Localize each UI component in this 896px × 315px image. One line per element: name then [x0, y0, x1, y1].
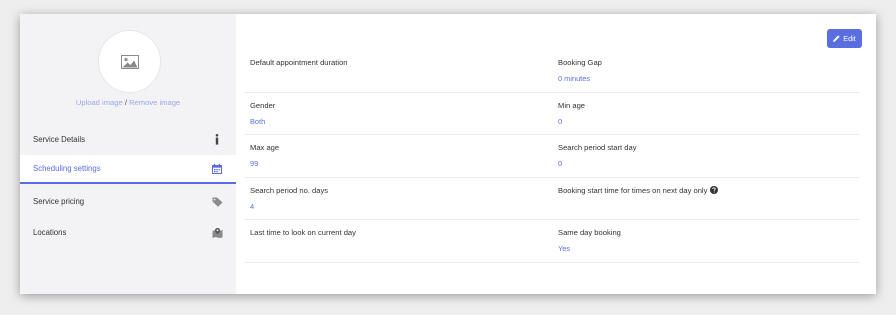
field-label-with-help: Booking start time for times on next day… — [558, 186, 860, 195]
sidebar-item-label: Service Details — [33, 135, 85, 144]
field-label: Booking start time for times on next day… — [558, 185, 708, 195]
info-icon — [211, 134, 223, 146]
field-label: Min age — [558, 100, 586, 110]
field-last-time-current-day: Last time to look on current day — [244, 220, 552, 262]
sidebar-item-label: Scheduling settings — [33, 164, 101, 173]
remove-image-link[interactable]: Remove image — [129, 98, 180, 107]
image-icon — [120, 54, 139, 69]
field-value — [250, 74, 552, 83]
scheduling-settings-panel: Edit Default appointment duration Bookin… — [236, 14, 876, 294]
field-value: 99 — [250, 159, 259, 168]
field-search-period-no-days: Search period no. days 4 — [244, 178, 552, 220]
field-min-age: Min age 0 — [552, 93, 860, 135]
field-label: Default appointment duration — [250, 58, 348, 67]
edit-button[interactable]: Edit — [827, 29, 862, 48]
pencil-icon — [833, 35, 840, 42]
settings-row: Last time to look on current day Same da… — [244, 220, 860, 263]
sidebar-item-label: Service pricing — [33, 197, 85, 206]
help-icon[interactable] — [710, 186, 719, 194]
field-search-period-start-day: Search period start day 0 — [552, 135, 860, 177]
sidebar: Upload image / Remove image Service Deta… — [20, 14, 236, 294]
field-label: Booking Gap — [558, 58, 602, 67]
settings-row: Max age 99 Search period start day 0 — [244, 135, 860, 178]
edit-button-label: Edit — [843, 34, 856, 43]
field-value: 0 — [558, 116, 563, 126]
field-value: 0 minutes — [558, 74, 591, 83]
settings-row: Default appointment duration Booking Gap… — [244, 50, 860, 93]
map-icon — [211, 227, 223, 239]
field-booking-start-time-next-day: Booking start time for times on next day… — [552, 178, 860, 220]
field-label: Gender — [250, 100, 276, 110]
field-value: 0 — [558, 159, 563, 168]
field-label: Search period start day — [558, 143, 637, 152]
field-label: Search period no. days — [250, 185, 329, 195]
field-value — [558, 202, 860, 211]
field-value: Both — [250, 116, 266, 126]
settings-row: Gender Both Min age 0 — [244, 93, 860, 135]
service-settings-card: Upload image / Remove image Service Deta… — [20, 14, 876, 294]
sidebar-item-service-details[interactable]: Service Details — [20, 124, 236, 155]
image-actions: Upload image / Remove image — [20, 98, 236, 107]
sidebar-item-scheduling-settings[interactable]: Scheduling settings — [20, 155, 236, 184]
upload-image-link[interactable]: Upload image — [76, 98, 123, 107]
tag-icon — [211, 196, 223, 208]
field-value — [250, 244, 552, 253]
field-value: Yes — [558, 244, 571, 253]
settings-row: Search period no. days 4 Booking start t… — [244, 178, 860, 220]
service-image-placeholder[interactable] — [98, 30, 161, 93]
sidebar-item-locations[interactable]: Locations — [20, 217, 236, 248]
sidebar-item-service-pricing[interactable]: Service pricing — [20, 186, 236, 217]
field-value: 4 — [250, 201, 255, 211]
field-label: Last time to look on current day — [250, 228, 356, 237]
field-label: Same day booking — [558, 228, 621, 237]
calendar-icon — [211, 163, 223, 175]
field-default-appointment-duration: Default appointment duration — [244, 50, 552, 92]
sidebar-item-label: Locations — [33, 228, 67, 237]
field-booking-gap: Booking Gap 0 minutes — [552, 50, 860, 92]
field-max-age: Max age 99 — [244, 135, 552, 177]
settings-grid: Default appointment duration Booking Gap… — [244, 50, 860, 263]
field-gender: Gender Both — [244, 93, 552, 135]
sidebar-nav: Service Details Scheduling settings Serv… — [20, 124, 236, 248]
field-label: Max age — [250, 143, 280, 152]
field-same-day-booking: Same day booking Yes — [552, 220, 860, 262]
image-actions-separator: / — [124, 98, 127, 107]
